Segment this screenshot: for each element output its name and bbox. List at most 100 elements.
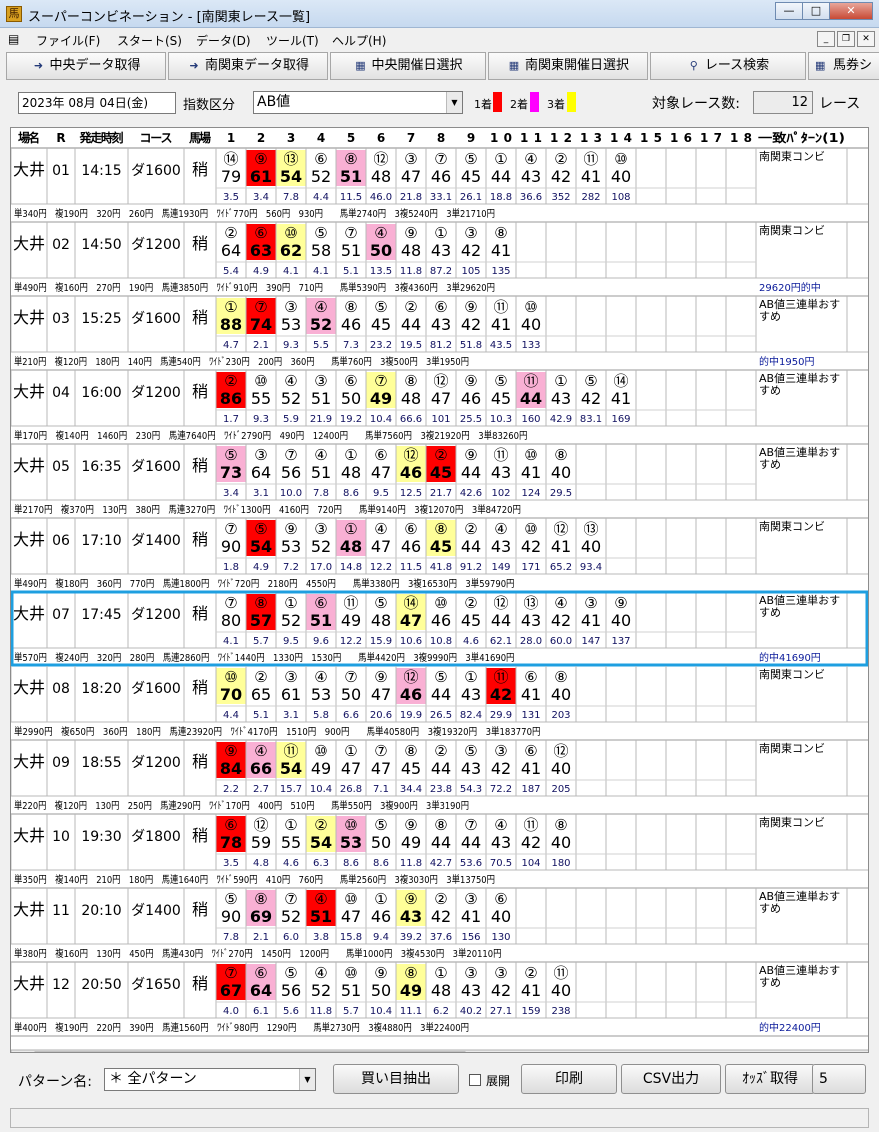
- payout-text: 単350円 複140円 210円 180円 馬連1640円 ﾜｲﾄﾞ590円 4…: [14, 873, 495, 886]
- odds-value: 3.1: [283, 710, 299, 721]
- ab-value: 44: [461, 463, 481, 482]
- horse-number: ⑤: [254, 520, 267, 538]
- chevron-down-icon[interactable]: ▼: [446, 92, 462, 113]
- maximize-icon[interactable]: □: [802, 2, 830, 20]
- horse-number: ③: [494, 964, 507, 982]
- odds-value: 29.9: [490, 710, 512, 721]
- ab-value: 55: [251, 389, 271, 408]
- target-label: 対象レース数:: [652, 96, 741, 112]
- mdi-minimize-icon[interactable]: _: [817, 31, 835, 47]
- odds-value: 8.6: [343, 858, 359, 869]
- odds-value: 72.2: [490, 784, 512, 795]
- csv-button[interactable]: CSV出力: [621, 1064, 721, 1094]
- odds-value: 10.0: [280, 488, 302, 499]
- odds-value: 26.5: [430, 710, 452, 721]
- odds-value: 4.1: [223, 636, 239, 647]
- close-icon[interactable]: ✕: [829, 2, 873, 20]
- match-pattern-cell: 南関東コンビ: [759, 742, 825, 755]
- mdi-close-icon[interactable]: ✕: [857, 31, 875, 47]
- ab-value: 45: [401, 759, 421, 778]
- ab-value: 61: [281, 685, 301, 704]
- menu-data[interactable]: データ(D): [196, 32, 251, 49]
- horse-number: ⑨: [464, 372, 477, 390]
- mdi-restore-icon[interactable]: ❐: [837, 31, 855, 47]
- race-number-cell: 05: [52, 459, 70, 475]
- course-cell: ダ1600: [131, 163, 181, 179]
- expand-checkbox[interactable]: [469, 1074, 481, 1086]
- menu-tools[interactable]: ツール(T): [266, 32, 319, 49]
- odds-value: 352: [551, 192, 570, 203]
- column-header: 一致ﾊﾟﾀｰﾝ(1): [758, 130, 845, 145]
- ab-value: 44: [491, 167, 511, 186]
- central-data-button[interactable]: ➜ 中央データ取得: [6, 52, 166, 80]
- ab-value: 40: [611, 611, 631, 630]
- minimize-icon[interactable]: —: [775, 2, 803, 20]
- ab-value: 43: [551, 389, 571, 408]
- odds-value: 43.5: [490, 340, 512, 351]
- pattern-select[interactable]: ＊ 全パターン ▼: [104, 1068, 316, 1091]
- horse-number: ⑦: [224, 594, 237, 612]
- odds-value: 9.5: [283, 636, 299, 647]
- course-cell: ダ1650: [131, 977, 181, 993]
- app-icon: 馬: [6, 6, 22, 22]
- minami-date-button[interactable]: ▦ 南関東開催日選択: [488, 52, 648, 80]
- index-select[interactable]: AB値 ▼: [253, 91, 463, 114]
- odds-extra-button[interactable]: 5: [812, 1064, 866, 1094]
- ab-value: 43: [431, 241, 451, 260]
- menu-start[interactable]: スタート(S): [117, 32, 182, 49]
- date-picker[interactable]: 2023年 08月 04日(金): [18, 92, 176, 114]
- odds-value: 4.8: [253, 858, 269, 869]
- start-time-cell: 20:50: [81, 977, 121, 993]
- ab-value: 48: [341, 463, 361, 482]
- column-header: 2: [257, 131, 265, 145]
- venue-cell: 大井: [13, 604, 45, 623]
- horse-number: ⑭: [613, 372, 628, 390]
- menu-file[interactable]: ファイル(F): [36, 32, 100, 49]
- chevron-down-icon[interactable]: ▼: [299, 1069, 315, 1090]
- ab-value: 44: [461, 537, 481, 556]
- horse-number: ⑧: [254, 890, 267, 908]
- horse-number: ②: [554, 150, 567, 168]
- odds-value: 169: [611, 414, 630, 425]
- start-time-cell: 17:10: [81, 533, 121, 549]
- horse-number: ④: [314, 446, 327, 464]
- ab-value: 53: [340, 833, 362, 852]
- odds-value: 6.2: [433, 1006, 449, 1017]
- calendar-icon: ▦: [508, 59, 520, 72]
- ab-value: 40: [551, 463, 571, 482]
- odds-button[interactable]: ｵｯｽﾞ取得: [725, 1064, 815, 1094]
- odds-value: 3.5: [223, 192, 239, 203]
- odds-value: 60.0: [550, 636, 572, 647]
- horse-number: ⑤: [374, 816, 387, 834]
- race-grid[interactable]: 場名 R 発走時刻 コース 馬場 1 2 3 4 5 6 7 8 9 10 11 12 13 14 15 16 17 18 一…: [10, 127, 869, 1053]
- odds-value: 21.8: [400, 192, 422, 203]
- ab-value: 52: [311, 537, 331, 556]
- ab-value: 43: [431, 315, 451, 334]
- extract-button[interactable]: 買い目抽出: [333, 1064, 459, 1094]
- payout-text: 単380円 複160円 130円 450円 馬連430円 ﾜｲﾄﾞ270円 14…: [14, 947, 502, 960]
- ab-value: 61: [250, 167, 272, 186]
- horse-number: ⑧: [494, 224, 507, 242]
- print-button[interactable]: 印刷: [521, 1064, 617, 1094]
- odds-value: 9.4: [373, 932, 389, 943]
- horse-number: ⑩: [284, 224, 297, 242]
- central-data-label: 中央データ取得: [49, 58, 141, 73]
- minami-data-button[interactable]: ➜ 南関東データ取得: [168, 52, 328, 80]
- odds-value: 160: [521, 414, 540, 425]
- payout-text: 単490円 複160円 270円 190円 馬連3850円 ﾜｲﾄﾞ910円 3…: [14, 281, 495, 294]
- ab-value: 43: [491, 833, 511, 852]
- horse-number: ④: [254, 742, 267, 760]
- race-search-button[interactable]: ⚲ レース検索: [650, 52, 806, 80]
- ticket-button[interactable]: ▦ 馬券シ: [808, 52, 879, 80]
- ab-value: 41: [521, 463, 541, 482]
- central-date-button[interactable]: ▦ 中央開催日選択: [330, 52, 486, 80]
- ab-value: 74: [250, 315, 272, 334]
- odds-value: 42.7: [430, 858, 452, 869]
- ab-value: 46: [371, 907, 391, 926]
- menu-help[interactable]: ヘルプ(H): [332, 32, 386, 49]
- ab-value: 41: [521, 685, 541, 704]
- track-condition-cell: 稍: [192, 456, 208, 475]
- ab-value: 42: [581, 389, 601, 408]
- horse-number: ①: [344, 446, 357, 464]
- match-pattern-cell: すめ: [759, 310, 781, 323]
